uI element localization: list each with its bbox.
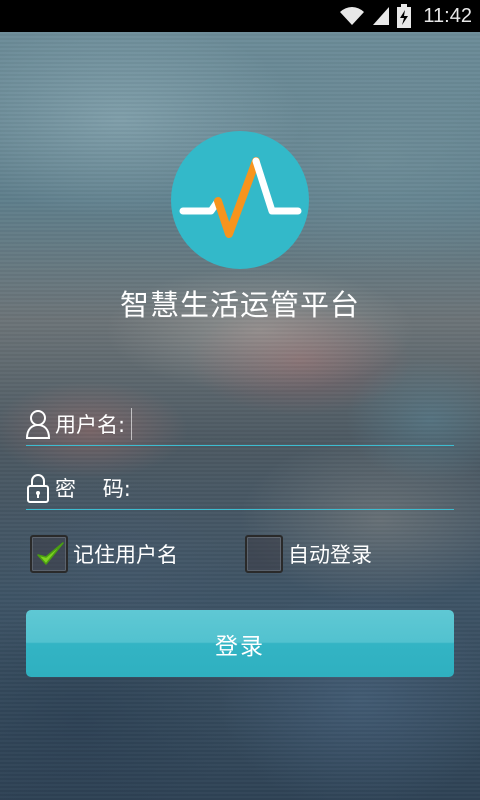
- auto-login-checkbox[interactable]: [245, 535, 283, 573]
- status-bar: 11:42: [0, 0, 480, 32]
- login-button[interactable]: 登录: [26, 610, 454, 677]
- remember-username-option[interactable]: 记住用户名: [30, 535, 178, 573]
- password-label: 密 码:: [55, 476, 131, 501]
- remember-username-checkbox[interactable]: [30, 535, 68, 573]
- battery-charging-icon: [397, 4, 412, 28]
- remember-username-label: 记住用户名: [73, 543, 178, 567]
- app-title: 智慧生活运管平台: [119, 288, 360, 322]
- password-input[interactable]: [130, 469, 454, 506]
- user-icon: [26, 408, 50, 440]
- signal-icon: [371, 5, 391, 27]
- app-logo: [171, 131, 309, 269]
- username-input[interactable]: [132, 405, 454, 442]
- lock-icon: [26, 472, 50, 504]
- wifi-icon: [339, 5, 365, 27]
- auto-login-label: 自动登录: [288, 543, 372, 567]
- check-icon: [37, 542, 64, 565]
- status-clock: 11:42: [423, 4, 472, 27]
- pulse-wave-icon: [179, 157, 302, 238]
- username-label: 用户名:: [55, 412, 126, 437]
- auto-login-option[interactable]: 自动登录: [245, 535, 372, 573]
- blurred-city-background: [0, 0, 480, 800]
- password-field[interactable]: 密 码:: [26, 466, 454, 510]
- username-field[interactable]: 用户名:: [26, 402, 454, 446]
